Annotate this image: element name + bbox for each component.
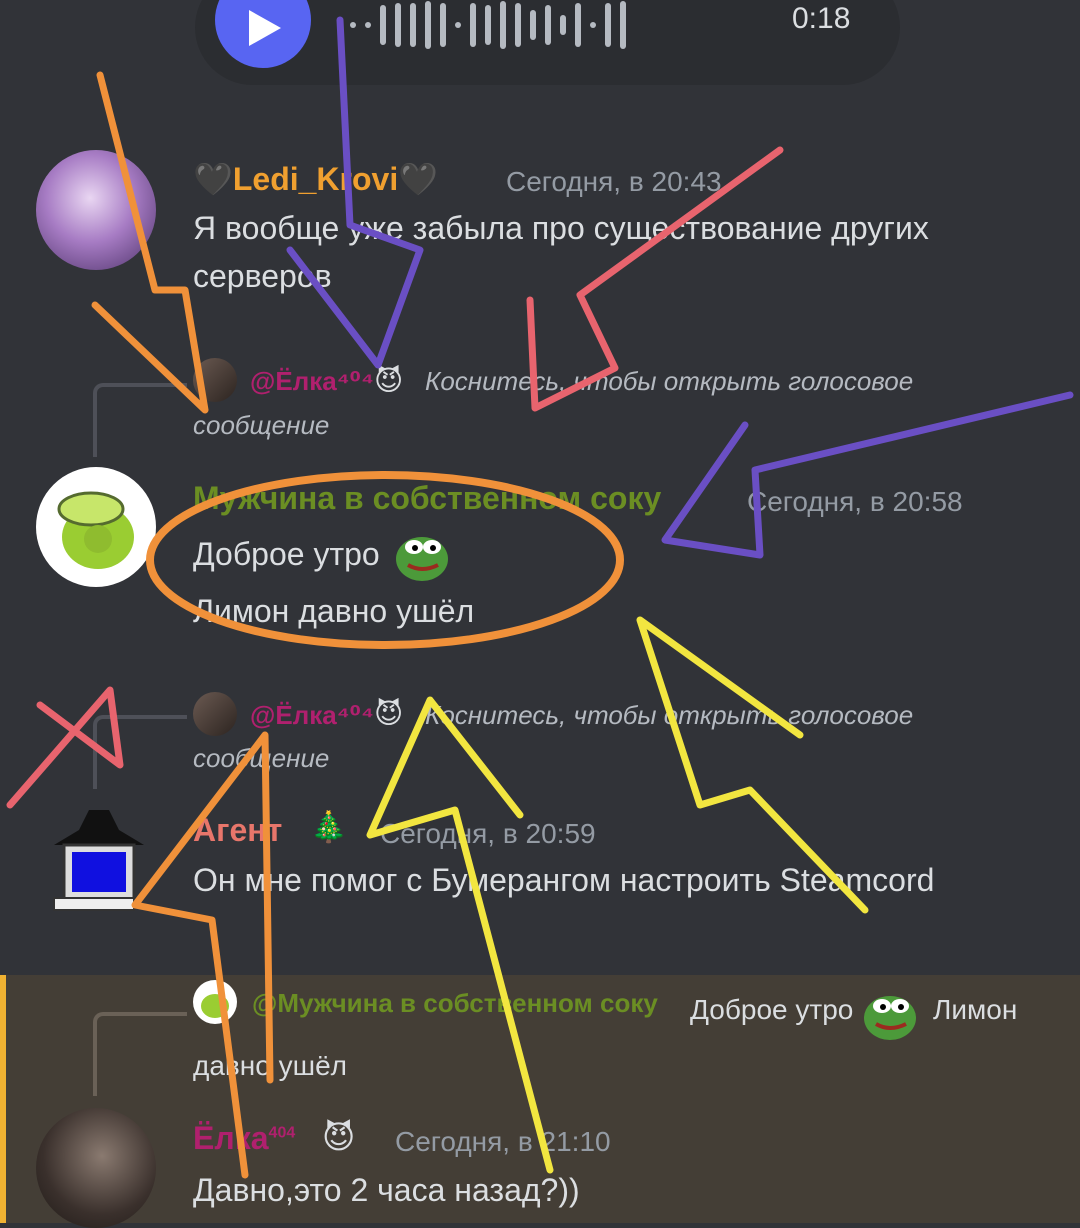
devil-emoji: 😈 <box>374 698 404 729</box>
voice-waveform[interactable] <box>350 0 626 50</box>
timestamp: Сегодня, в 21:10 <box>395 1126 611 1157</box>
username-ledi-krovi[interactable]: 🖤Ledi_Krovi🖤 <box>193 160 438 198</box>
pepe-emoji <box>860 986 920 1042</box>
devil-emoji: 😈 <box>374 365 404 396</box>
waveform-bar <box>605 3 611 47</box>
reply-text[interactable]: Лимон <box>933 994 1017 1026</box>
waveform-bar <box>350 22 356 28</box>
waveform-bar <box>500 1 506 49</box>
reply-text[interactable]: Коснитесь, чтобы открыть голосовое <box>425 366 913 397</box>
reply-author[interactable]: @Ёлка⁴⁰⁴ <box>250 366 374 397</box>
reply-connector <box>93 1012 187 1096</box>
message-text: Он мне помог с Бумерангом настроить Stea… <box>193 862 935 898</box>
avatar-ledi-krovi[interactable] <box>36 150 156 270</box>
waveform-bar <box>380 5 386 45</box>
waveform-bar <box>575 3 581 47</box>
waveform-bar <box>395 3 401 47</box>
play-icon <box>249 10 281 46</box>
reply-text[interactable]: давно ушёл <box>193 1050 347 1082</box>
waveform-bar <box>425 1 431 49</box>
voice-duration: 0:18 <box>792 2 851 35</box>
waveform-bar <box>620 1 626 49</box>
timestamp: Сегодня, в 20:59 <box>380 818 596 849</box>
computer-hat-avatar-icon <box>53 810 144 911</box>
message-text: Лимон давно ушёл <box>193 593 475 629</box>
tree-emoji: 🎄 <box>310 811 348 844</box>
reply-avatar <box>193 358 237 402</box>
reply-avatar <box>193 980 237 1024</box>
waveform-bar <box>530 10 536 40</box>
username-muzhchina[interactable]: Мужчина в собственном соку <box>193 480 661 517</box>
frog-avatar-icon <box>57 491 134 569</box>
waveform-bar <box>455 22 461 28</box>
username-elka[interactable]: Ёлка404 <box>193 1120 295 1157</box>
waveform-bar <box>590 22 596 28</box>
timestamp: Сегодня, в 20:43 <box>506 166 722 197</box>
message-text: Давно,это 2 часа назад?)) <box>193 1172 580 1208</box>
waveform-bar <box>365 22 371 28</box>
reply-connector <box>93 383 187 457</box>
reply-connector <box>93 715 187 789</box>
reply-text[interactable]: Доброе утро <box>690 994 853 1026</box>
waveform-bar <box>560 15 566 35</box>
message-text: Я вообще уже забыла про существование др… <box>193 210 929 246</box>
waveform-bar <box>470 3 476 47</box>
message-text: Доброе утро <box>193 536 380 572</box>
reply-text[interactable]: Коснитесь, чтобы открыть голосовое <box>425 700 913 731</box>
reply-text[interactable]: сообщение <box>193 410 329 441</box>
pepe-emoji <box>392 527 452 583</box>
reply-author[interactable]: @Мужчина в собственном соку <box>252 988 658 1019</box>
reply-author[interactable]: @Ёлка⁴⁰⁴ <box>250 700 374 731</box>
timestamp: Сегодня, в 20:58 <box>747 486 963 517</box>
reply-avatar <box>193 692 237 736</box>
reply-text[interactable]: сообщение <box>193 743 329 774</box>
mention-bar <box>0 975 6 1223</box>
username-sup: 404 <box>268 1124 296 1142</box>
waveform-bar <box>545 5 551 45</box>
devil-emoji: 😈 <box>322 1119 356 1155</box>
waveform-bar <box>440 3 446 47</box>
message-text: серверов <box>193 258 332 294</box>
purple-arrow <box>661 391 1074 559</box>
avatar-muzhchina[interactable] <box>36 467 156 587</box>
avatar-agent[interactable] <box>44 800 154 915</box>
waveform-bar <box>515 3 521 47</box>
avatar-elka[interactable] <box>36 1108 156 1228</box>
username-agent[interactable]: Агент <box>193 812 282 849</box>
waveform-bar <box>410 3 416 47</box>
waveform-bar <box>485 5 491 45</box>
